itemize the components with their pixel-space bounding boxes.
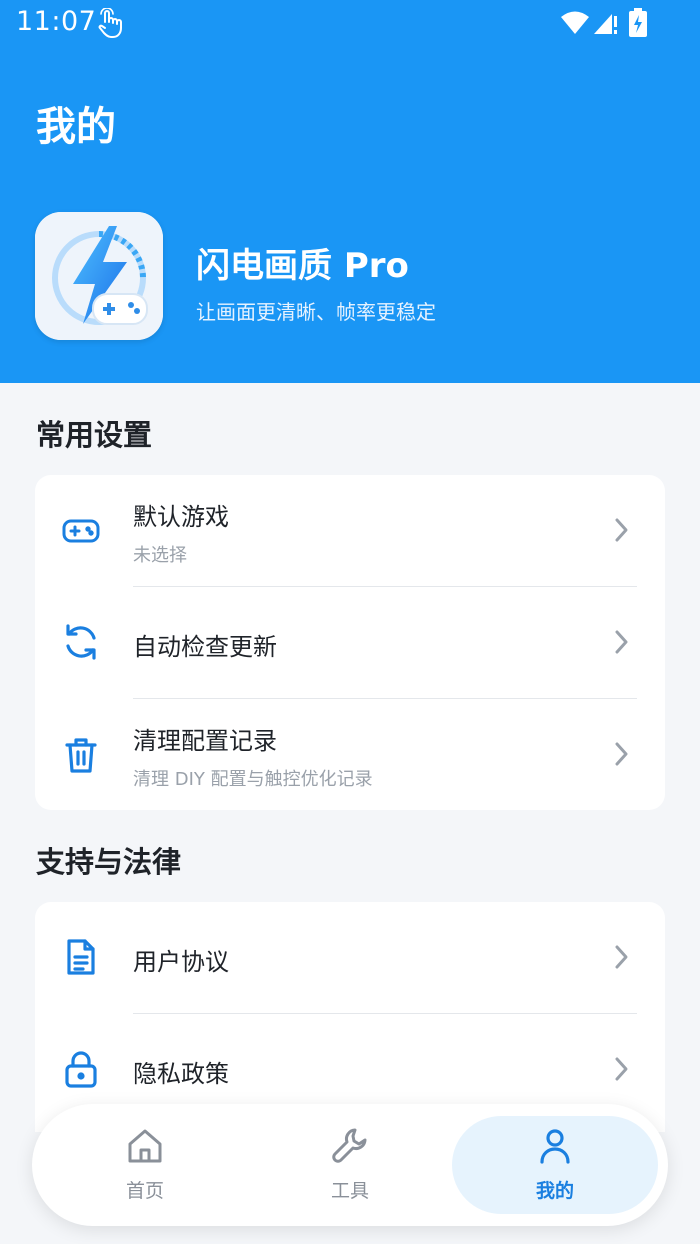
clear-records-row[interactable]: 清理配置记录 清理 DIY 配置与触控优化记录 <box>35 699 665 810</box>
default-game-row[interactable]: 默认游戏 未选择 <box>35 475 665 586</box>
bottom-nav: 首页 工具 我的 <box>32 1104 668 1226</box>
support-card: 用户协议 隐私政策 <box>35 902 665 1132</box>
default-game-title: 默认游戏 <box>133 503 229 531</box>
app-logo <box>35 212 163 340</box>
page-title: 我的 <box>36 104 116 150</box>
status-time: 11:07 <box>16 6 97 37</box>
nav-tools-label: 工具 <box>330 1180 369 1202</box>
wifi-icon <box>560 10 590 36</box>
nav-mine[interactable]: 我的 <box>452 1104 658 1226</box>
common-settings-card: 默认游戏 未选择 自动检查更新 清理配置记录 清理 DIY 配置与触控优化记录 <box>35 475 665 810</box>
auto-update-row[interactable]: 自动检查更新 <box>35 587 665 698</box>
nav-home-label: 首页 <box>125 1180 164 1202</box>
app-name: 闪电画质 Pro <box>196 246 409 286</box>
chevron-right-icon <box>611 740 631 768</box>
chevron-right-icon <box>611 943 631 971</box>
nav-home[interactable]: 首页 <box>42 1104 248 1226</box>
lock-icon <box>61 1049 101 1089</box>
status-bar: 11:07 <box>0 0 700 48</box>
home-icon <box>125 1126 165 1166</box>
refresh-icon <box>61 622 101 662</box>
touch-icon <box>96 7 124 40</box>
user-agreement-title: 用户协议 <box>133 948 229 976</box>
privacy-policy-title: 隐私政策 <box>133 1060 229 1088</box>
document-icon <box>61 937 101 977</box>
header: 11:07 我的 闪电画质 Pro 让画面更清晰、帧率更稳定 <box>0 0 700 383</box>
user-icon <box>535 1126 575 1166</box>
default-game-subtitle: 未选择 <box>133 545 187 566</box>
auto-update-title: 自动检查更新 <box>133 633 277 661</box>
gamepad-icon <box>61 511 101 551</box>
app-tagline: 让画面更清晰、帧率更稳定 <box>196 300 436 324</box>
chevron-right-icon <box>611 1055 631 1083</box>
wrench-icon <box>330 1126 370 1166</box>
clear-records-title: 清理配置记录 <box>133 727 277 755</box>
battery-icon <box>628 8 648 38</box>
signal-icon <box>592 10 618 36</box>
trash-icon <box>61 735 101 775</box>
clear-records-subtitle: 清理 DIY 配置与触控优化记录 <box>133 769 373 790</box>
user-agreement-row[interactable]: 用户协议 <box>35 902 665 1013</box>
chevron-right-icon <box>611 628 631 656</box>
nav-tools[interactable]: 工具 <box>247 1104 453 1226</box>
section-title-support: 支持与法律 <box>36 845 182 879</box>
nav-mine-label: 我的 <box>535 1180 574 1202</box>
section-title-common: 常用设置 <box>36 418 153 452</box>
chevron-right-icon <box>611 516 631 544</box>
